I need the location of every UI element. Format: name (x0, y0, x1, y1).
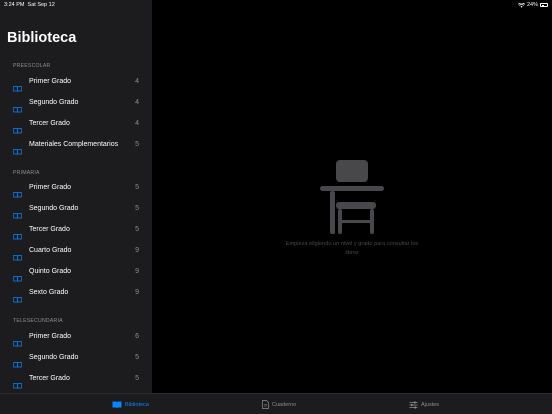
sidebar-item-label: Tercer Grado (29, 226, 70, 233)
battery-percent: 24% (526, 2, 538, 8)
status-bar: 3:24 PM Sat Sep 12 24% (0, 0, 552, 10)
sidebar-item-label: Quinto Grado (29, 268, 72, 275)
sidebar-item-label: Segundo Grado (29, 99, 79, 106)
sidebar-item-grade[interactable]: Tercer Grado 4 (0, 114, 152, 135)
book-icon (13, 185, 22, 198)
sidebar-title: Biblioteca (7, 30, 77, 46)
book-icon (112, 401, 122, 408)
sidebar-item-grade[interactable]: Tercer Grado 5 (0, 220, 152, 241)
section-header: TELESECUNDARIA (13, 318, 63, 324)
sidebar-item-label: Materiales Complementarios (29, 141, 119, 148)
sidebar-item-count: 6 (135, 333, 139, 340)
sidebar-item-grade[interactable]: Primer Grado 6 (0, 327, 152, 348)
book-icon (13, 79, 22, 92)
book-icon (13, 355, 22, 368)
sidebar-item-grade[interactable]: Tercer Grado 5 (0, 369, 152, 390)
sidebar-item-count: 4 (135, 99, 139, 106)
sidebar-item-label: Primer Grado (29, 184, 72, 191)
sidebar-item-grade[interactable]: Primer Grado 5 (0, 178, 152, 199)
sidebar-item-label: Tercer Grado (29, 375, 70, 382)
sidebar-item-label: Sexto Grado (29, 289, 69, 296)
tab-biblioteca[interactable]: Biblioteca (112, 394, 149, 414)
book-icon (13, 100, 22, 113)
sidebar-item-count: 5 (135, 226, 139, 233)
book-icon (13, 269, 22, 282)
tab-cuaderno-label: Cuaderno (272, 401, 297, 408)
sidebar-item-grade[interactable]: Segundo Grado 5 (0, 348, 152, 369)
tab-ajustes[interactable]: Ajustes (409, 394, 439, 414)
main-content: Empieza eligiendo un nivel y grado para … (152, 0, 552, 393)
status-date: Sat Sep 12 (27, 2, 55, 8)
sidebar-item-label: Primer Grado (29, 78, 72, 85)
sidebar-item-label: Cuarto Grado (29, 247, 72, 254)
document-icon (262, 400, 269, 409)
sidebar-item-label: Segundo Grado (29, 354, 79, 361)
sidebar-item-count: 5 (135, 184, 139, 191)
sidebar-item-grade[interactable]: Cuarto Grado 9 (0, 241, 152, 262)
sidebar-item-count: 9 (135, 268, 139, 275)
sliders-icon (409, 401, 418, 408)
sidebar-item-label: Tercer Grado (29, 120, 70, 127)
sidebar: Biblioteca PREESCOLAR Primer Grado 4 Segund… (0, 0, 152, 393)
wifi-icon (517, 2, 525, 8)
tab-cuaderno[interactable]: Cuaderno (262, 394, 296, 414)
sidebar-item-count: 4 (135, 78, 139, 85)
status-time: 3:24 PM (4, 2, 25, 8)
sidebar-item-count: 9 (135, 289, 139, 296)
book-icon (13, 248, 22, 261)
book-icon (13, 290, 22, 303)
battery-icon (540, 3, 548, 7)
sidebar-item-count: 5 (135, 205, 139, 212)
sidebar-item-grade[interactable]: Quinto Grado 9 (0, 262, 152, 283)
sidebar-item-count: 9 (135, 247, 139, 254)
sidebar-item-count: 5 (135, 141, 139, 148)
book-icon (13, 334, 22, 347)
sidebar-item-grade[interactable]: Segundo Grado 5 (0, 199, 152, 220)
sidebar-item-grade[interactable]: Primer Grado 4 (0, 72, 152, 93)
sidebar-item-grade[interactable]: Sexto Grado 9 (0, 283, 152, 304)
sidebar-item-count: 4 (135, 120, 139, 127)
book-icon (13, 142, 22, 155)
section-header: PRIMARIA (13, 170, 40, 176)
sidebar-item-label: Segundo Grado (29, 205, 79, 212)
empty-state-message: Empieza eligiendo un nivel y grado para … (285, 241, 419, 256)
tab-bar: Biblioteca Cuaderno Ajustes (0, 393, 552, 414)
sidebar-item-grade[interactable]: Materiales Complementarios 5 (0, 135, 152, 156)
sidebar-item-label: Primer Grado (29, 333, 72, 340)
sidebar-item-count: 5 (135, 354, 139, 361)
book-icon (13, 121, 22, 134)
section-header: PREESCOLAR (13, 63, 51, 69)
book-icon (13, 227, 22, 240)
sidebar-item-count: 5 (135, 375, 139, 382)
book-icon (13, 376, 22, 389)
tab-ajustes-label: Ajustes (421, 401, 440, 408)
status-time-date: 3:24 PM Sat Sep 12 (4, 2, 55, 8)
school-desk-icon (320, 160, 384, 234)
sidebar-item-grade[interactable]: Segundo Grado 4 (0, 93, 152, 114)
book-icon (13, 206, 22, 219)
tab-biblioteca-label: Biblioteca (125, 401, 149, 408)
status-right: 24% (517, 2, 548, 8)
